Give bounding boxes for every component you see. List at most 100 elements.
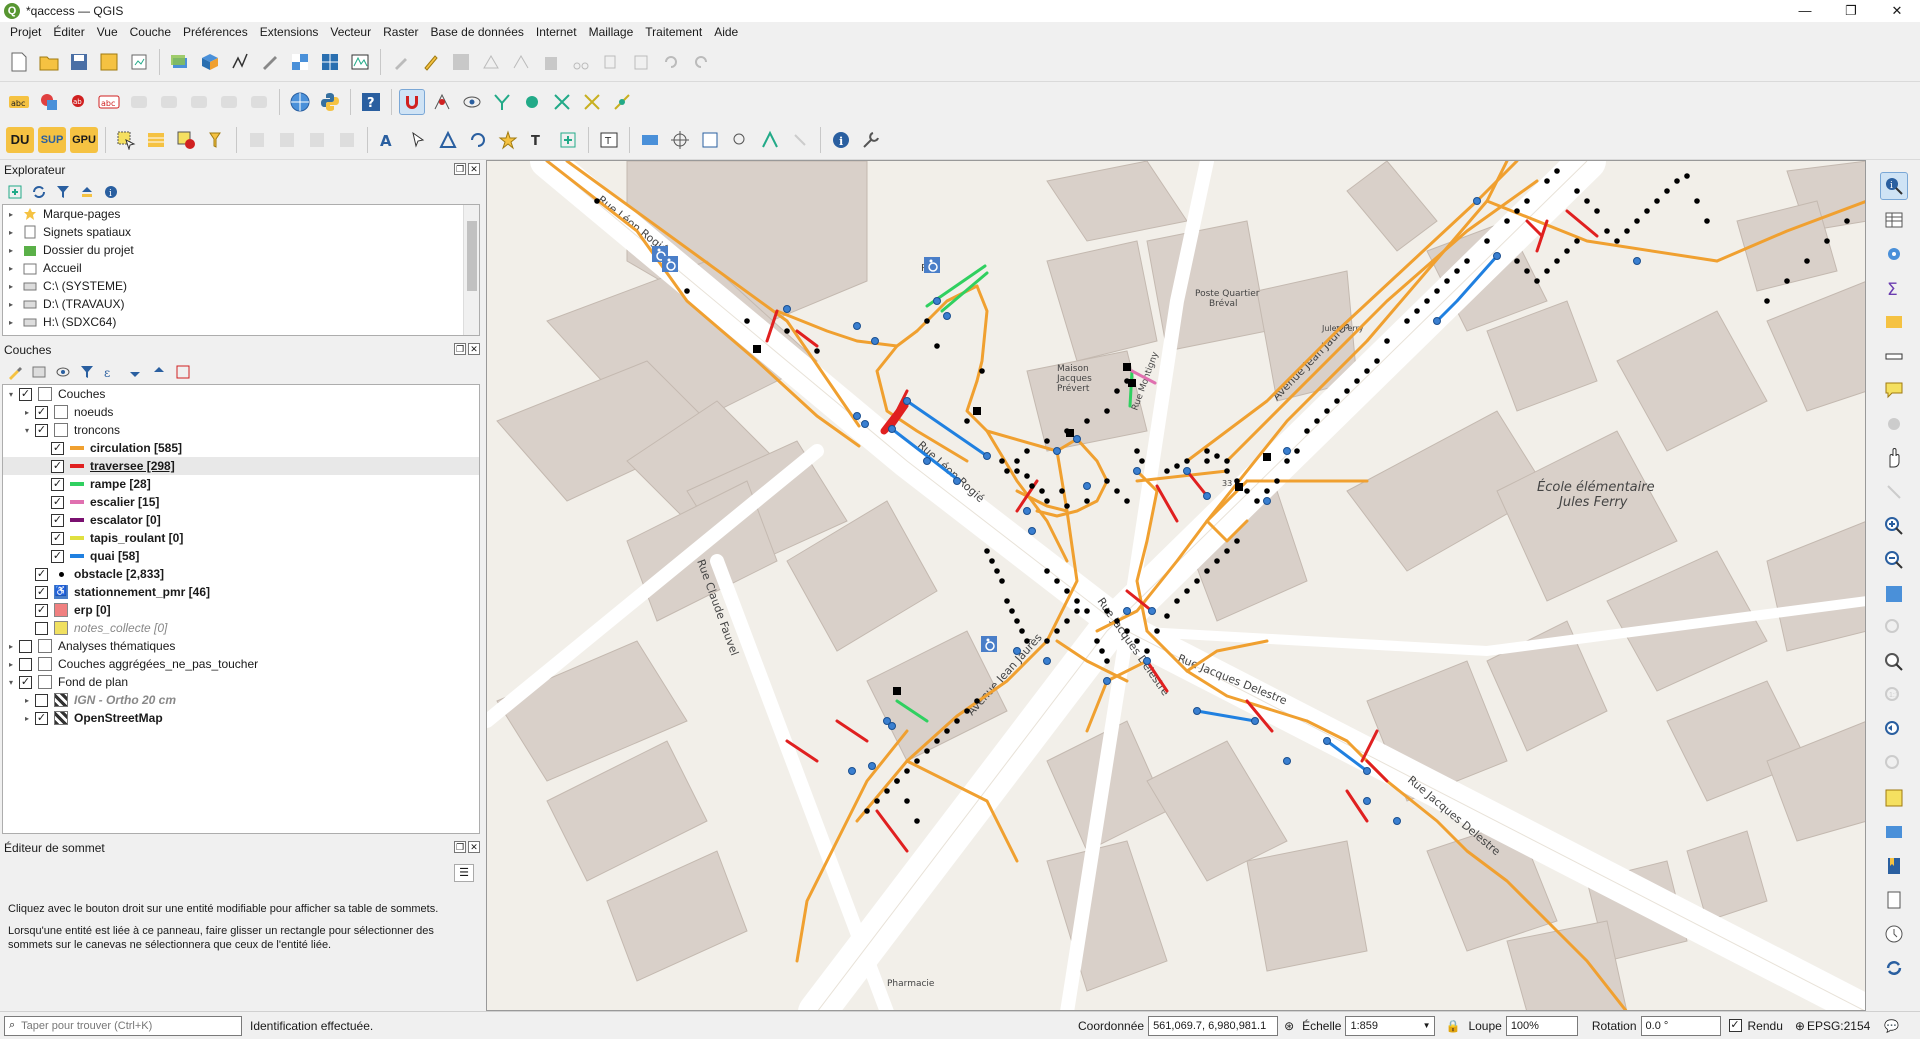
obstacle-point[interactable] — [1514, 208, 1520, 214]
layer-row[interactable]: notes_collecte [0] — [3, 619, 479, 637]
network-node[interactable] — [1633, 257, 1641, 265]
explorer-item-c-drive[interactable]: ▸ C:\ (SYSTEME) — [3, 277, 479, 295]
pan-to-selection-icon[interactable] — [1880, 478, 1908, 506]
layer-visibility-checkbox[interactable]: ✓ — [51, 531, 64, 545]
obstacle-point[interactable] — [1139, 458, 1145, 464]
snap-intersection-icon[interactable] — [549, 89, 575, 115]
erp-entrance-square[interactable] — [1123, 363, 1131, 371]
cut-icon[interactable] — [568, 49, 594, 75]
network-node[interactable] — [1203, 492, 1211, 500]
vertex-add-green-icon[interactable] — [757, 127, 783, 153]
network-node[interactable] — [1123, 607, 1131, 615]
crs-label[interactable]: EPSG:2154 — [1807, 1019, 1870, 1033]
attribute-table-icon[interactable] — [143, 127, 169, 153]
network-node[interactable] — [983, 452, 991, 460]
add-group-icon[interactable] — [30, 363, 48, 381]
obstacle-point[interactable] — [1294, 448, 1300, 454]
menu-aide[interactable]: Aide — [708, 25, 744, 39]
obstacle-point[interactable] — [1099, 648, 1105, 654]
render-checkbox[interactable]: ✓ — [1728, 1019, 1742, 1032]
obstacle-point[interactable] — [964, 708, 970, 714]
delete-selected-icon[interactable] — [538, 49, 564, 75]
scale-combobox[interactable]: 1:859 ▼ — [1345, 1015, 1436, 1036]
python-console-icon[interactable] — [317, 89, 343, 115]
label-abc-icon[interactable]: abc — [6, 89, 32, 115]
obstacle-point[interactable] — [1104, 658, 1110, 664]
obstacle-point[interactable] — [984, 548, 990, 554]
obstacle-point[interactable] — [1804, 258, 1810, 264]
undo-icon[interactable] — [658, 49, 684, 75]
snap-topology-icon[interactable] — [519, 89, 545, 115]
obstacle-point[interactable] — [1534, 278, 1540, 284]
field-calc-icon[interactable] — [1880, 308, 1908, 336]
obstacle-point[interactable] — [1264, 488, 1270, 494]
obstacle-point[interactable] — [1564, 248, 1570, 254]
obstacle-point[interactable] — [1074, 608, 1080, 614]
obstacle-point[interactable] — [1134, 638, 1140, 644]
erp-entrance-square[interactable] — [753, 345, 761, 353]
obstacle-point[interactable] — [1194, 578, 1200, 584]
obstacle-point[interactable] — [934, 343, 940, 349]
temporal-clock-icon[interactable] — [1880, 920, 1908, 948]
obstacle-point[interactable] — [1514, 258, 1520, 264]
obstacle-point[interactable] — [1574, 188, 1580, 194]
network-node[interactable] — [1263, 497, 1271, 505]
layer-visibility-checkbox[interactable]: ✓ — [35, 711, 48, 725]
label-disabled-1-icon[interactable] — [126, 89, 152, 115]
erp-entrance-square[interactable] — [1263, 453, 1271, 461]
obstacle-point[interactable] — [1334, 398, 1340, 404]
obstacle-point[interactable] — [814, 348, 820, 354]
network-node[interactable] — [1013, 647, 1021, 655]
node-tool-icon[interactable] — [435, 127, 461, 153]
erp-entrance-square[interactable] — [1066, 429, 1074, 437]
obstacle-point[interactable] — [1064, 588, 1070, 594]
redo-icon[interactable] — [688, 49, 714, 75]
layer-visibility-checkbox[interactable]: ✓ — [19, 387, 32, 401]
obstacle-point[interactable] — [999, 578, 1005, 584]
menu-raster[interactable]: Raster — [377, 25, 424, 39]
menu-editer[interactable]: Éditer — [47, 25, 90, 39]
add-vector-icon[interactable] — [227, 49, 253, 75]
label-pin-icon[interactable]: ab — [66, 89, 92, 115]
snap-vertex-icon[interactable] — [429, 89, 455, 115]
add-feature-icon[interactable] — [478, 49, 504, 75]
obstacle-point[interactable] — [864, 808, 870, 814]
obstacle-point[interactable] — [1174, 463, 1180, 469]
expand-arrow-icon[interactable]: ▾ — [9, 390, 19, 399]
obstacle-point[interactable] — [1524, 268, 1530, 274]
obstacle-point[interactable] — [1064, 503, 1070, 509]
obstacle-point[interactable] — [1204, 458, 1210, 464]
obstacle-point[interactable] — [1304, 428, 1310, 434]
obstacle-point[interactable] — [1019, 628, 1025, 634]
layer-visibility-checkbox[interactable]: ✓ — [35, 567, 48, 581]
obstacle-point[interactable] — [1124, 498, 1130, 504]
obstacle-point[interactable] — [1454, 268, 1460, 274]
obstacle-point[interactable] — [1024, 638, 1030, 644]
obstacle-point[interactable] — [1184, 588, 1190, 594]
text-annotation-icon[interactable]: A — [375, 127, 401, 153]
obstacle-point[interactable] — [1314, 418, 1320, 424]
obstacle-point[interactable] — [1144, 648, 1150, 654]
obstacle-point[interactable] — [1024, 448, 1030, 454]
sup-plugin-button[interactable]: SUP — [38, 126, 66, 153]
float-icon[interactable]: ❐ — [454, 163, 466, 175]
layer-row[interactable]: ✓ rampe [28] — [3, 475, 479, 493]
obstacle-point[interactable] — [904, 798, 910, 804]
menu-extensions[interactable]: Extensions — [254, 25, 325, 39]
refresh-icon[interactable] — [30, 183, 48, 201]
pan-hand-icon[interactable] — [1880, 444, 1908, 472]
properties-info-icon[interactable]: i — [102, 183, 120, 201]
statistics-sigma-icon[interactable]: Σ — [1880, 274, 1908, 302]
layer-visibility-checkbox[interactable] — [35, 621, 48, 635]
obstacle-point[interactable] — [1844, 218, 1850, 224]
obstacle-point[interactable] — [1484, 238, 1490, 244]
pencil-icon[interactable] — [418, 49, 444, 75]
expand-all-icon[interactable] — [126, 363, 144, 381]
network-node[interactable] — [1193, 707, 1201, 715]
obstacle-point[interactable] — [1524, 198, 1530, 204]
print-layout-icon[interactable] — [126, 49, 152, 75]
zoom-layer-icon[interactable] — [1880, 648, 1908, 676]
obstacle-point[interactable] — [1344, 388, 1350, 394]
obstacle-point[interactable] — [1014, 468, 1020, 474]
globe-icon[interactable] — [287, 89, 313, 115]
